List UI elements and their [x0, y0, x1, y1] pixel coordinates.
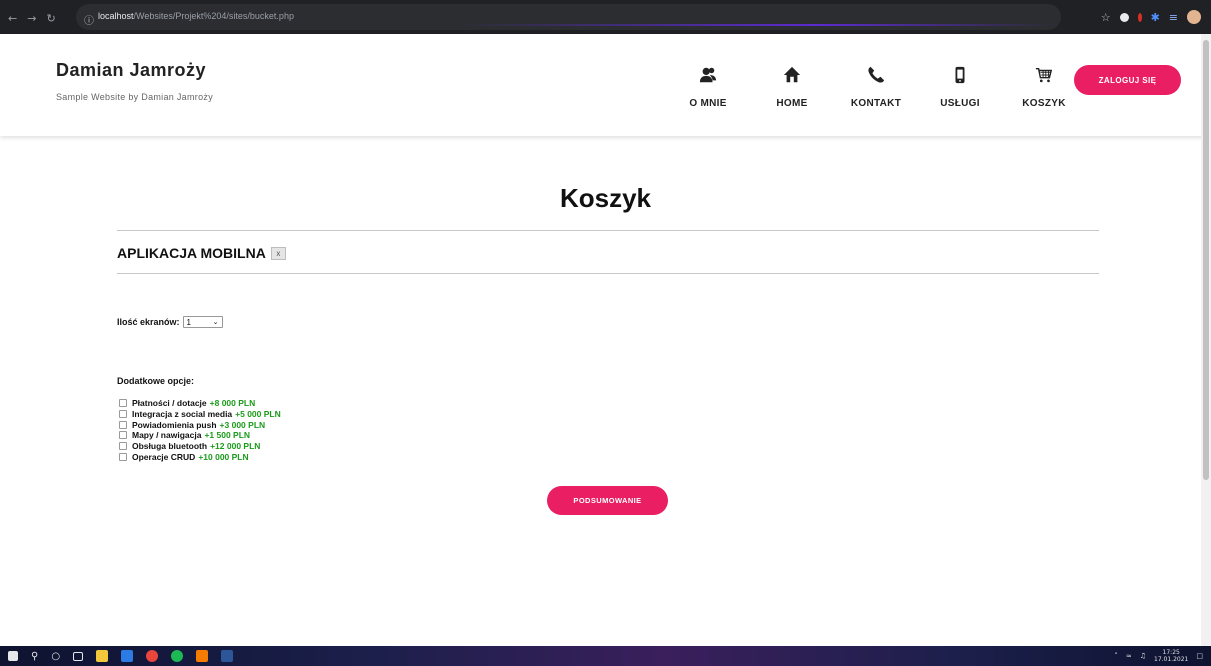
- mobile-icon: [918, 64, 1002, 86]
- option-price: +12 000 PLN: [210, 441, 261, 452]
- divider: [117, 273, 1099, 274]
- loading-accent: [456, 24, 1056, 26]
- option-price: +1 500 PLN: [204, 430, 251, 441]
- store-icon[interactable]: [96, 650, 109, 662]
- url-text[interactable]: localhost/Websites/Projekt%204/sites/buc…: [98, 11, 294, 21]
- product-title: APLIKACJA MOBILNA x: [117, 245, 286, 261]
- puzzle-icon[interactable]: ✱: [1151, 11, 1160, 24]
- users-icon: [666, 64, 750, 86]
- extension-icon[interactable]: [1119, 12, 1129, 22]
- nav-label: O MNIE: [689, 98, 727, 109]
- network-icon[interactable]: ≈: [1126, 652, 1132, 660]
- summary-button[interactable]: PODSUMOWANIE: [547, 486, 668, 515]
- avatar[interactable]: [1187, 10, 1201, 24]
- site-subtitle: Sample Website by Damian Jamroży: [56, 92, 213, 102]
- remove-product-button[interactable]: x: [270, 246, 286, 260]
- vscode-icon[interactable]: [121, 650, 134, 662]
- taskbar-apps: ⚲ ○: [8, 650, 234, 662]
- main-nav: O MNIE HOME KONTAKT USŁUGI KOSZYK: [666, 64, 1086, 109]
- back-icon[interactable]: ←: [8, 12, 17, 25]
- chevron-down-icon: ⌄: [212, 319, 219, 326]
- extension-icons: ☆ ✱ ≡: [1101, 10, 1201, 24]
- divider: [117, 230, 1099, 231]
- browser-nav-buttons: ← → ↻: [8, 12, 56, 25]
- windows-start-icon[interactable]: [8, 651, 18, 661]
- scrollbar-thumb[interactable]: [1203, 40, 1209, 480]
- word-icon[interactable]: [221, 650, 234, 662]
- playlist-icon[interactable]: ≡: [1169, 11, 1178, 24]
- reload-icon[interactable]: ↻: [46, 12, 55, 25]
- nav-item-o-mnie[interactable]: O MNIE: [666, 64, 750, 109]
- option-label: Płatności / dotacje: [132, 398, 207, 409]
- nav-item-home[interactable]: HOME: [750, 64, 834, 109]
- volume-icon[interactable]: ♫: [1140, 652, 1146, 660]
- option-item[interactable]: Powiadomienia push +3 000 PLN: [119, 419, 281, 430]
- option-checkbox[interactable]: [119, 410, 127, 419]
- nav-label: KONTAKT: [850, 98, 902, 109]
- address-bar[interactable]: ⓘ localhost/Websites/Projekt%204/sites/b…: [76, 4, 1061, 30]
- nav-label: KOSZYK: [1022, 98, 1066, 109]
- option-price: +8 000 PLN: [209, 398, 256, 409]
- option-item[interactable]: Mapy / nawigacja +1 500 PLN: [119, 430, 281, 441]
- option-item[interactable]: Płatności / dotacje +8 000 PLN: [119, 398, 281, 409]
- clock-time: 17:25: [1162, 649, 1180, 656]
- extension-icon[interactable]: [1137, 12, 1142, 22]
- screens-count-value: 1: [186, 317, 191, 327]
- nav-label: USŁUGI: [940, 98, 980, 109]
- login-button[interactable]: ZALOGUJ SIĘ: [1074, 65, 1181, 95]
- task-view-icon[interactable]: [73, 651, 84, 661]
- option-label: Integracja z social media: [132, 409, 233, 420]
- system-tray: ˄ ≈ ♫ 17:25 17.01.2021 □: [1114, 649, 1203, 663]
- option-label: Powiadomienia push: [132, 419, 217, 430]
- option-price: +3 000 PLN: [219, 419, 266, 430]
- url-host: localhost: [98, 11, 134, 21]
- url-path: /Websites/Projekt%204/sites/bucket.php: [133, 11, 294, 21]
- option-checkbox[interactable]: [119, 431, 127, 440]
- option-price: +10 000 PLN: [198, 451, 249, 462]
- option-item[interactable]: Obsługa bluetooth +12 000 PLN: [119, 441, 281, 452]
- option-checkbox[interactable]: [119, 442, 127, 451]
- chrome-icon[interactable]: [146, 650, 159, 662]
- nav-item-uslugi[interactable]: USŁUGI: [918, 64, 1002, 109]
- screens-count-row: Ilość ekranów: 1 ⌄: [117, 316, 223, 328]
- option-label: Mapy / nawigacja: [132, 430, 202, 441]
- site-title[interactable]: Damian Jamroży: [56, 60, 206, 81]
- scrollbar[interactable]: [1201, 34, 1211, 646]
- notifications-icon[interactable]: □: [1196, 652, 1203, 660]
- option-checkbox[interactable]: [119, 420, 127, 429]
- home-icon: [750, 64, 834, 86]
- option-label: Operacje CRUD: [132, 451, 196, 462]
- tray-chevron-icon[interactable]: ˄: [1114, 652, 1118, 660]
- search-icon[interactable]: ⚲: [31, 651, 38, 662]
- screens-count-label: Ilość ekranów:: [117, 317, 180, 327]
- cortana-icon[interactable]: ○: [51, 651, 60, 662]
- browser-toolbar: ← → ↻ ⓘ localhost/Websites/Projekt%204/s…: [0, 0, 1211, 34]
- screens-count-select[interactable]: 1 ⌄: [182, 316, 223, 328]
- spotify-icon[interactable]: [171, 650, 184, 662]
- taskbar: ⚲ ○ ˄ ≈ ♫ 17:25 17.01.2021 □: [0, 646, 1211, 666]
- nav-item-kontakt[interactable]: KONTAKT: [834, 64, 918, 109]
- option-checkbox[interactable]: [119, 399, 127, 408]
- extra-options-label: Dodatkowe opcje:: [117, 376, 195, 386]
- star-icon[interactable]: ☆: [1101, 11, 1111, 24]
- clock[interactable]: 17:25 17.01.2021: [1154, 649, 1188, 663]
- option-item[interactable]: Integracja z social media +5 000 PLN: [119, 409, 281, 420]
- option-label: Obsługa bluetooth: [132, 441, 208, 452]
- xampp-icon[interactable]: [196, 650, 209, 662]
- forward-icon[interactable]: →: [27, 12, 36, 25]
- info-icon[interactable]: ⓘ: [84, 12, 94, 27]
- clock-date: 17.01.2021: [1154, 656, 1189, 663]
- phone-icon: [834, 64, 918, 86]
- option-price: +5 000 PLN: [235, 409, 281, 420]
- site-header: Damian Jamroży Sample Website by Damian …: [0, 34, 1211, 136]
- product-name: APLIKACJA MOBILNA: [117, 245, 266, 261]
- page-title: Koszyk: [559, 183, 652, 213]
- nav-item-koszyk[interactable]: KOSZYK: [1002, 64, 1086, 109]
- extra-options-list: Płatności / dotacje +8 000 PLN Integracja…: [119, 398, 281, 462]
- nav-label: HOME: [776, 98, 808, 109]
- option-item[interactable]: Operacje CRUD +10 000 PLN: [119, 451, 281, 462]
- option-checkbox[interactable]: [119, 452, 127, 461]
